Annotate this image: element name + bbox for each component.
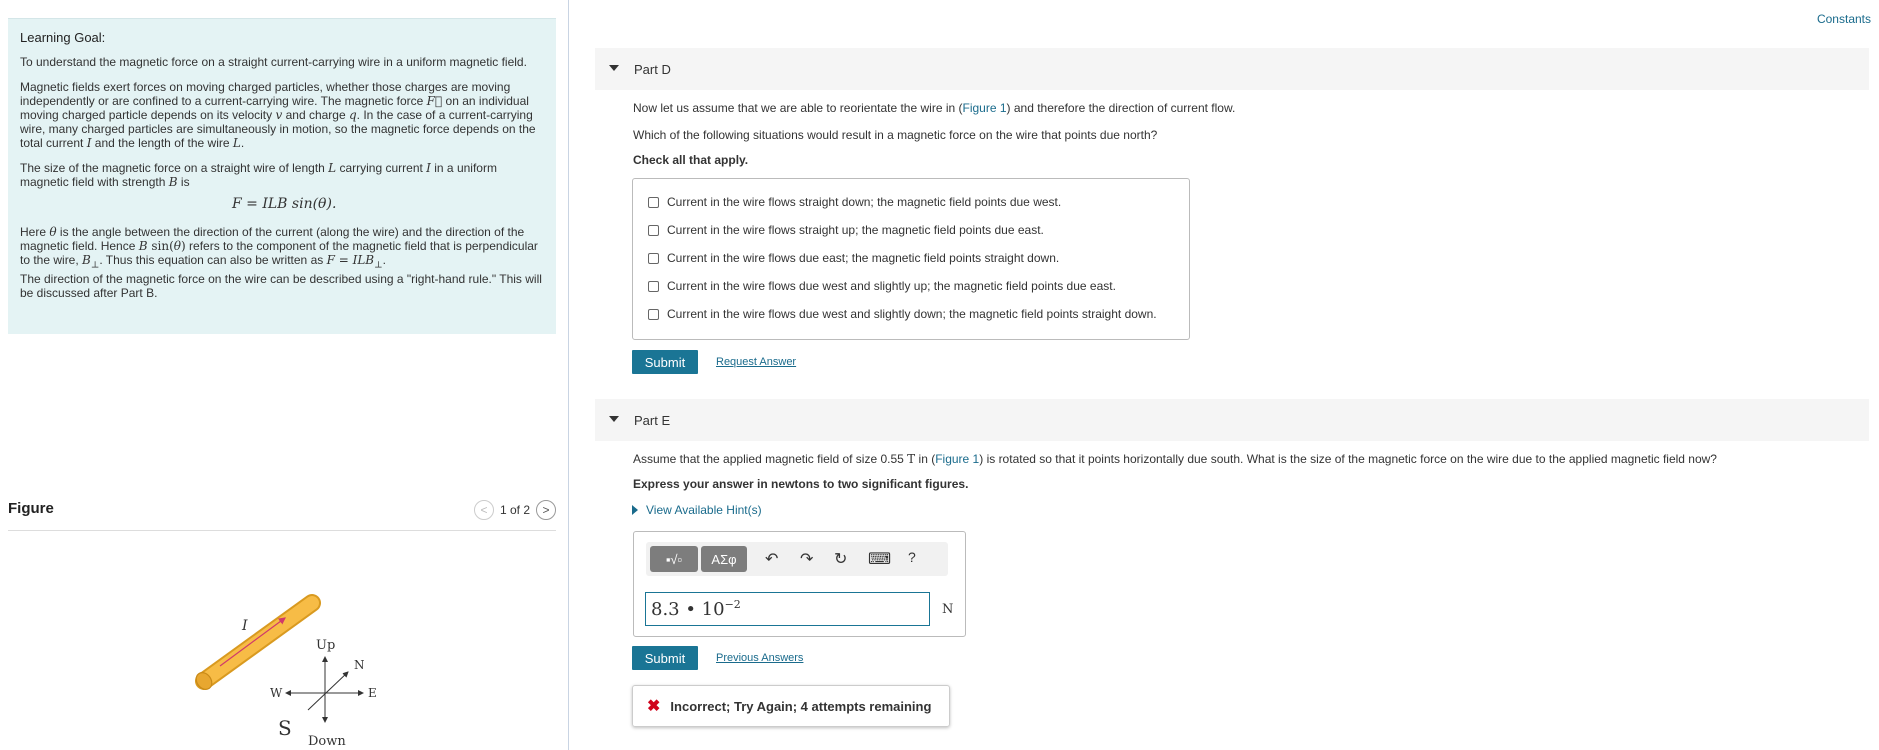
answer-input[interactable]: 8.3 • 10−2: [645, 592, 930, 626]
collapse-triangle-icon: [609, 65, 619, 71]
part-e-submit-button[interactable]: Submit: [632, 646, 698, 670]
south-label: S: [278, 716, 292, 740]
undo-icon[interactable]: ↶: [765, 549, 778, 569]
expand-triangle-icon: [632, 505, 638, 515]
part-d-choices: Current in the wire flows straight down;…: [632, 178, 1190, 340]
part-e-header[interactable]: Part E: [595, 399, 1869, 441]
compass-axes: [285, 656, 364, 723]
choice-1[interactable]: Current in the wire flows straight down;…: [648, 195, 1061, 209]
choice-4[interactable]: Current in the wire flows due west and s…: [648, 279, 1116, 293]
answer-box: ▪√▫ ΑΣφ ↶ ↷ ↻ ⌨ ? 8.3 • 10−2 N: [633, 531, 966, 637]
checkbox[interactable]: [648, 196, 659, 208]
collapse-triangle-icon: [609, 416, 619, 422]
learning-goal-title: Learning Goal:: [20, 30, 106, 45]
help-icon[interactable]: ?: [908, 549, 916, 565]
error-x-icon: ✖: [647, 698, 661, 715]
up-label: Up: [316, 638, 335, 653]
current-label: I: [241, 618, 248, 634]
part-e-title: Part E: [634, 413, 671, 428]
part-e-instruction: Express your answer in newtons to two si…: [633, 477, 969, 491]
chevron-left-icon: <: [480, 503, 488, 517]
west-label: W: [270, 686, 283, 700]
redo-icon[interactable]: ↷: [800, 549, 813, 569]
learning-goal-intro: To understand the magnetic force on a st…: [20, 55, 527, 69]
constants-link[interactable]: Constants: [1817, 12, 1871, 26]
checkbox[interactable]: [648, 252, 659, 264]
previous-answers-link[interactable]: Previous Answers: [716, 652, 803, 664]
learning-goal-paragraph-3: Here θ is the angle between the directio…: [20, 225, 538, 271]
part-d-title: Part D: [634, 62, 671, 77]
choice-3[interactable]: Current in the wire flows due east; the …: [648, 251, 1059, 265]
force-equation: F = ILB sin(θ).: [232, 196, 337, 212]
reset-icon[interactable]: ↻: [834, 549, 847, 569]
part-d-submit-button[interactable]: Submit: [632, 350, 698, 374]
part-d-instruction: Check all that apply.: [633, 153, 749, 167]
part-d-intro: Now let us assume that we are able to re…: [633, 101, 1236, 115]
down-label: Down: [308, 734, 346, 749]
figure-page-indicator: 1 of 2: [499, 503, 530, 517]
math-toolbar: ▪√▫ ΑΣφ ↶ ↷ ↻ ⌨ ?: [646, 542, 948, 576]
figure-pagination: < 1 of 2 >: [473, 500, 556, 520]
templates-button[interactable]: ▪√▫: [650, 546, 698, 572]
figure-diagram: I Up N E W S Down: [195, 594, 377, 749]
part-e-figure-link[interactable]: Figure 1: [935, 452, 979, 466]
learning-goal-paragraph-1: Magnetic fields exert forces on moving c…: [20, 80, 536, 150]
figure-prev-button[interactable]: <: [473, 500, 494, 520]
learning-goal-paragraph-4: The direction of the magnetic force on t…: [20, 272, 542, 301]
view-hints-toggle[interactable]: View Available Hint(s): [632, 503, 762, 517]
left-panel: Learning Goal: To understand the magneti…: [0, 0, 569, 750]
current-carrying-wire: [195, 594, 321, 690]
request-answer-link[interactable]: Request Answer: [716, 356, 796, 368]
unit-label: N: [942, 602, 954, 617]
learning-goal-paragraph-2: The size of the magnetic force on a stra…: [20, 161, 497, 189]
choice-2[interactable]: Current in the wire flows straight up; t…: [648, 223, 1044, 237]
figure-header: Figure < 1 of 2 >: [8, 494, 556, 531]
choice-5[interactable]: Current in the wire flows due west and s…: [648, 307, 1157, 321]
checkbox[interactable]: [648, 308, 659, 320]
chevron-right-icon: >: [542, 503, 550, 517]
part-d-header[interactable]: Part D: [595, 48, 1869, 90]
east-label: E: [368, 686, 377, 700]
checkbox[interactable]: [648, 224, 659, 236]
greek-symbols-button[interactable]: ΑΣφ: [701, 546, 747, 572]
checkbox[interactable]: [648, 280, 659, 292]
part-d-figure-link[interactable]: Figure 1: [963, 101, 1007, 115]
keyboard-icon[interactable]: ⌨: [868, 549, 891, 569]
north-label: N: [354, 658, 365, 672]
figure-next-button[interactable]: >: [536, 500, 556, 520]
feedback-message: ✖ Incorrect; Try Again; 4 attempts remai…: [632, 685, 950, 727]
part-d-question: Which of the following situations would …: [633, 128, 1158, 142]
figure-title: Figure: [8, 500, 54, 517]
learning-goal-box: Learning Goal: To understand the magneti…: [8, 18, 556, 334]
part-e-question: Assume that the applied magnetic field o…: [633, 452, 1717, 466]
